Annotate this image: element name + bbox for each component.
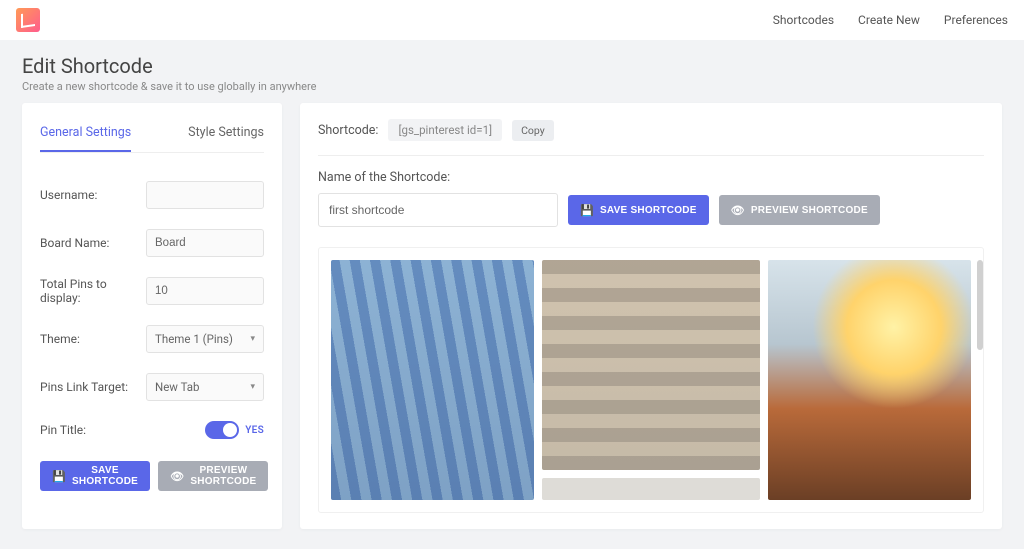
main-panel: Shortcode: [gs_pinterest id=1] Copy Name… xyxy=(300,103,1002,529)
settings-panel: General Settings Style Settings Username… xyxy=(22,103,282,529)
theme-value: Theme 1 (Pins) xyxy=(155,332,233,346)
row-board: Board Name: xyxy=(40,219,264,267)
tab-style[interactable]: Style Settings xyxy=(188,119,264,152)
preview-pin[interactable] xyxy=(542,478,760,500)
shortcode-name-label: Name of the Shortcode: xyxy=(318,170,984,185)
preview-pin[interactable] xyxy=(768,260,971,500)
save-shortcode-button-main[interactable]: 💾 SAVE SHORTCODE xyxy=(568,195,709,225)
topbar: Shortcodes Create New Preferences xyxy=(0,0,1024,40)
preview-shortcode-label: PREVIEW SHORTCODE xyxy=(751,205,868,216)
save-icon: 💾 xyxy=(580,204,594,217)
theme-label: Theme: xyxy=(40,332,80,346)
pin-title-toggle[interactable] xyxy=(205,421,239,439)
board-input[interactable] xyxy=(146,229,264,257)
total-pins-input[interactable] xyxy=(146,277,264,305)
total-pins-label: Total Pins to display: xyxy=(40,277,146,305)
link-target-value: New Tab xyxy=(155,380,200,394)
page-header: Edit Shortcode Create a new shortcode & … xyxy=(0,40,1024,103)
nav-shortcodes[interactable]: Shortcodes xyxy=(773,13,834,27)
preview-pin[interactable] xyxy=(331,260,534,500)
eye-icon: 👁 xyxy=(731,204,745,217)
preview-scrollbar[interactable] xyxy=(977,260,983,350)
page-title: Edit Shortcode xyxy=(22,54,1002,78)
chevron-down-icon: ▾ xyxy=(250,382,255,392)
save-shortcode-label: SAVE SHORTCODE xyxy=(600,205,697,216)
pin-title-label: Pin Title: xyxy=(40,423,86,437)
eye-icon: 👁 xyxy=(170,470,184,483)
settings-tabs: General Settings Style Settings xyxy=(40,119,264,153)
shortcode-label: Shortcode: xyxy=(318,123,378,138)
preview-area xyxy=(318,247,984,513)
page-subtitle: Create a new shortcode & save it to use … xyxy=(22,80,1002,93)
preview-gallery xyxy=(331,260,971,500)
nav-preferences[interactable]: Preferences xyxy=(944,13,1008,27)
save-shortcode-button-side[interactable]: 💾 SAVE SHORTCODE xyxy=(40,461,150,491)
tab-general[interactable]: General Settings xyxy=(40,119,131,152)
row-username: Username: xyxy=(40,171,264,219)
shortcode-header-row: Shortcode: [gs_pinterest id=1] Copy xyxy=(318,119,984,156)
preview-pin[interactable] xyxy=(542,260,760,470)
row-pin-title: Pin Title: YES xyxy=(40,411,264,449)
copy-button[interactable]: Copy xyxy=(512,120,554,141)
row-total-pins: Total Pins to display: xyxy=(40,267,264,315)
preview-shortcode-button-main[interactable]: 👁 PREVIEW SHORTCODE xyxy=(719,195,880,225)
shortcode-code: [gs_pinterest id=1] xyxy=(388,119,502,141)
link-target-select[interactable]: New Tab ▾ xyxy=(146,373,264,401)
link-target-label: Pins Link Target: xyxy=(40,380,128,394)
row-link-target: Pins Link Target: New Tab ▾ xyxy=(40,363,264,411)
save-icon: 💾 xyxy=(52,470,66,483)
preview-shortcode-button-side[interactable]: 👁 PREVIEW SHORTCODE xyxy=(158,461,268,491)
top-nav: Shortcodes Create New Preferences xyxy=(773,13,1008,27)
shortcode-name-input[interactable] xyxy=(318,193,558,227)
theme-select[interactable]: Theme 1 (Pins) ▾ xyxy=(146,325,264,353)
chevron-down-icon: ▾ xyxy=(250,334,255,344)
row-theme: Theme: Theme 1 (Pins) ▾ xyxy=(40,315,264,363)
save-shortcode-label: SAVE SHORTCODE xyxy=(72,465,138,487)
app-logo xyxy=(16,8,40,32)
username-label: Username: xyxy=(40,188,97,202)
username-input[interactable] xyxy=(146,181,264,209)
nav-create-new[interactable]: Create New xyxy=(858,13,920,27)
pin-title-state: YES xyxy=(245,425,264,436)
board-label: Board Name: xyxy=(40,236,109,250)
preview-shortcode-label: PREVIEW SHORTCODE xyxy=(190,465,256,487)
